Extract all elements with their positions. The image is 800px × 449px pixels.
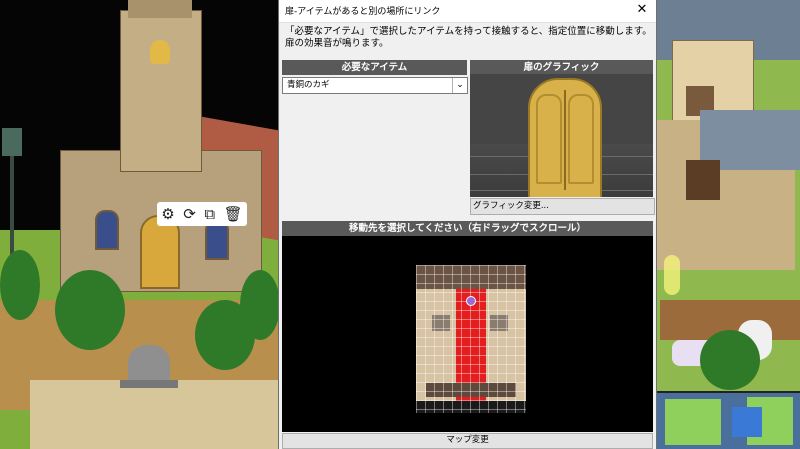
description-line: 扉の効果音が鳴ります。 <box>285 38 389 49</box>
church-window-left <box>95 210 119 250</box>
destination-map[interactable] <box>416 265 526 413</box>
close-icon[interactable]: ✕ <box>634 2 650 18</box>
destination-map-view[interactable] <box>282 236 653 432</box>
minimap-water <box>732 407 762 437</box>
required-item-value: 青銅のカギ <box>287 80 330 90</box>
rotate-icon[interactable]: ⟳ <box>183 202 196 226</box>
required-item-header: 必要なアイテム <box>282 60 467 75</box>
bell-icon <box>150 40 170 64</box>
minimap-land <box>665 399 721 445</box>
church-window-right <box>205 220 229 260</box>
map-tile-grid <box>416 265 526 413</box>
minimap[interactable] <box>657 391 800 449</box>
copy-icon[interactable]: ⧉ <box>204 202 215 226</box>
destination-marker-icon[interactable] <box>466 296 476 306</box>
destination-header: 移動先を選択してください（右ドラッグでスクロール） <box>282 221 653 236</box>
tree <box>0 250 40 320</box>
tree <box>700 330 760 390</box>
description-line: 「必要なアイテム」で選択したアイテムを持って接触すると、指定位置に移動します。 <box>285 26 652 37</box>
door-panel-right <box>568 94 594 184</box>
door-split <box>564 90 566 190</box>
door-panel-left <box>536 94 562 184</box>
church-tower-top <box>128 0 192 18</box>
selected-door-object[interactable] <box>140 215 180 289</box>
settings-icon[interactable]: ⚙ <box>161 202 174 226</box>
door-graphic-header: 扉のグラフィック <box>470 60 653 75</box>
dirt-path <box>30 380 280 449</box>
church-tower <box>120 10 202 172</box>
dialog-title: 扉-アイテムがあると別の場所にリンク <box>285 7 441 17</box>
tree <box>240 270 280 340</box>
door-graphic-preview <box>470 74 653 197</box>
chevron-down-icon[interactable]: ⌄ <box>452 78 467 93</box>
dialog-description: 「必要なアイテム」で選択したアイテムを持って接触すると、指定位置に移動します。 … <box>285 26 652 50</box>
change-map-button[interactable]: マップ変更 <box>282 433 653 449</box>
gravestone <box>128 345 170 383</box>
shop-sign-icon <box>686 160 720 200</box>
tree <box>55 270 125 350</box>
trash-icon[interactable]: 🗑 <box>224 202 243 226</box>
gravestone-base <box>120 380 178 388</box>
object-toolbar: ⚙ ⟳ ⧉ 🗑 <box>157 202 247 226</box>
door-link-dialog: 扉-アイテムがあると別の場所にリンク ✕ 「必要なアイテム」で選択したアイテムを… <box>278 0 657 449</box>
light-sparkle <box>664 255 680 295</box>
required-item-select[interactable]: 青銅のカギ ⌄ <box>282 77 468 94</box>
change-graphic-button[interactable]: グラフィック変更... <box>470 198 655 215</box>
dialog-titlebar[interactable]: 扉-アイテムがあると別の場所にリンク ✕ <box>279 0 656 23</box>
door-model-icon <box>528 78 602 197</box>
street-lamp-icon <box>2 128 22 156</box>
change-graphic-label: グラフィック変更... <box>473 201 549 211</box>
